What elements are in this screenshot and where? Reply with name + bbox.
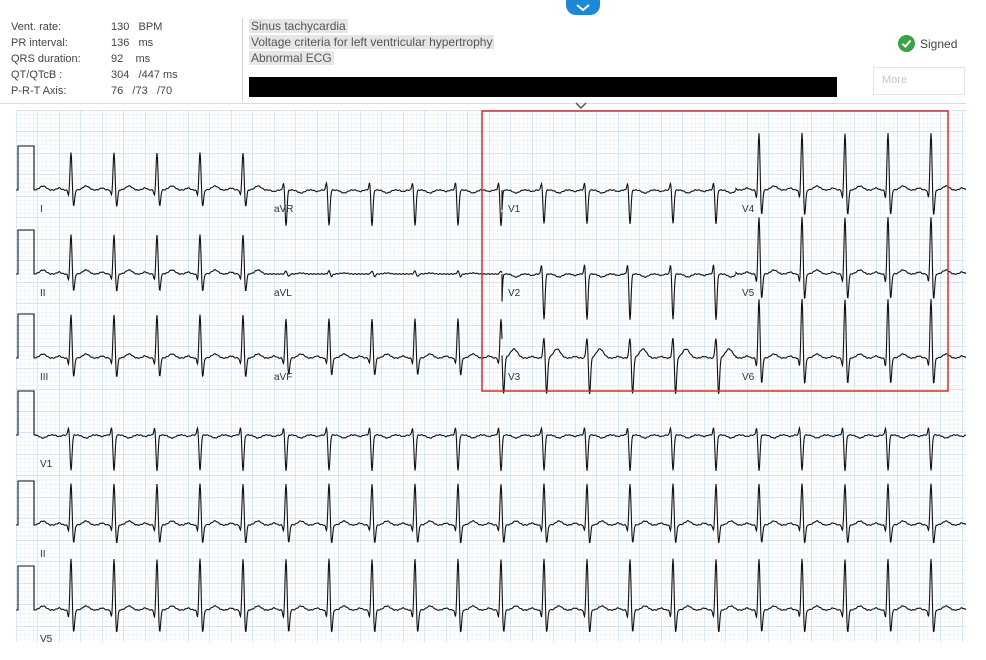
lead-label-v2: V2 — [508, 288, 521, 299]
signed-status: Signed — [898, 35, 957, 52]
pr-interval-label: PR interval: — [11, 37, 68, 49]
ecg-report-header: Vent. rate: 130 BPM PR interval: 136 ms … — [0, 0, 986, 104]
lead-label-ii: II — [40, 288, 46, 299]
ecg-tracing: IaVR V1 V4 II aVL V2 V5 III aVF V3 V6 V1 II V5 — [16, 110, 966, 642]
lead-label-i: I — [40, 204, 43, 215]
interpretation-line-3: Abnormal ECG — [249, 51, 334, 65]
qt-qtcb-label: QT/QTcB : — [11, 69, 63, 81]
lead-label-avr: aVR — [274, 204, 293, 215]
lead-label-iii: III — [40, 372, 48, 383]
lead-label-avl: aVL — [274, 288, 292, 299]
qt-qtcb-value: 304 /447 ms — [111, 69, 178, 81]
prt-axis-value: 76 /73 /70 — [111, 85, 173, 97]
more-button[interactable]: More — [873, 67, 965, 95]
interpretation-line-2: Voltage criteria for left ventricular hy… — [249, 35, 495, 49]
rhythm-label-v5: V5 — [40, 634, 53, 642]
lead-label-v4: V4 — [742, 204, 755, 215]
vent-rate-label: Vent. rate: — [11, 21, 62, 33]
vent-rate-value: 130 BPM — [111, 21, 163, 33]
prt-axis-label: P-R-T Axis: — [11, 85, 67, 97]
lead-label-v1: V1 — [508, 204, 521, 215]
header-divider — [242, 18, 243, 102]
chevron-down-icon — [576, 4, 590, 12]
rhythm-label-v1: V1 — [40, 459, 53, 470]
lead-label-v3: V3 — [508, 372, 521, 383]
redacted-field — [249, 77, 837, 97]
lead-label-v5: V5 — [742, 288, 755, 299]
pr-interval-value: 136 ms — [111, 37, 154, 49]
rhythm-label-ii: II — [40, 549, 46, 560]
signed-label: Signed — [920, 36, 958, 51]
qrs-duration-label: QRS duration: — [11, 53, 81, 65]
lead-label-v6: V6 — [742, 372, 755, 383]
interpretation-line-1: Sinus tachycardia — [249, 19, 348, 33]
header-separator — [0, 103, 966, 104]
expand-tab[interactable] — [566, 0, 600, 15]
lead-label-avf: aVF — [274, 372, 292, 383]
qrs-duration-value: 92 ms — [111, 53, 151, 65]
check-circle-icon — [898, 35, 915, 52]
